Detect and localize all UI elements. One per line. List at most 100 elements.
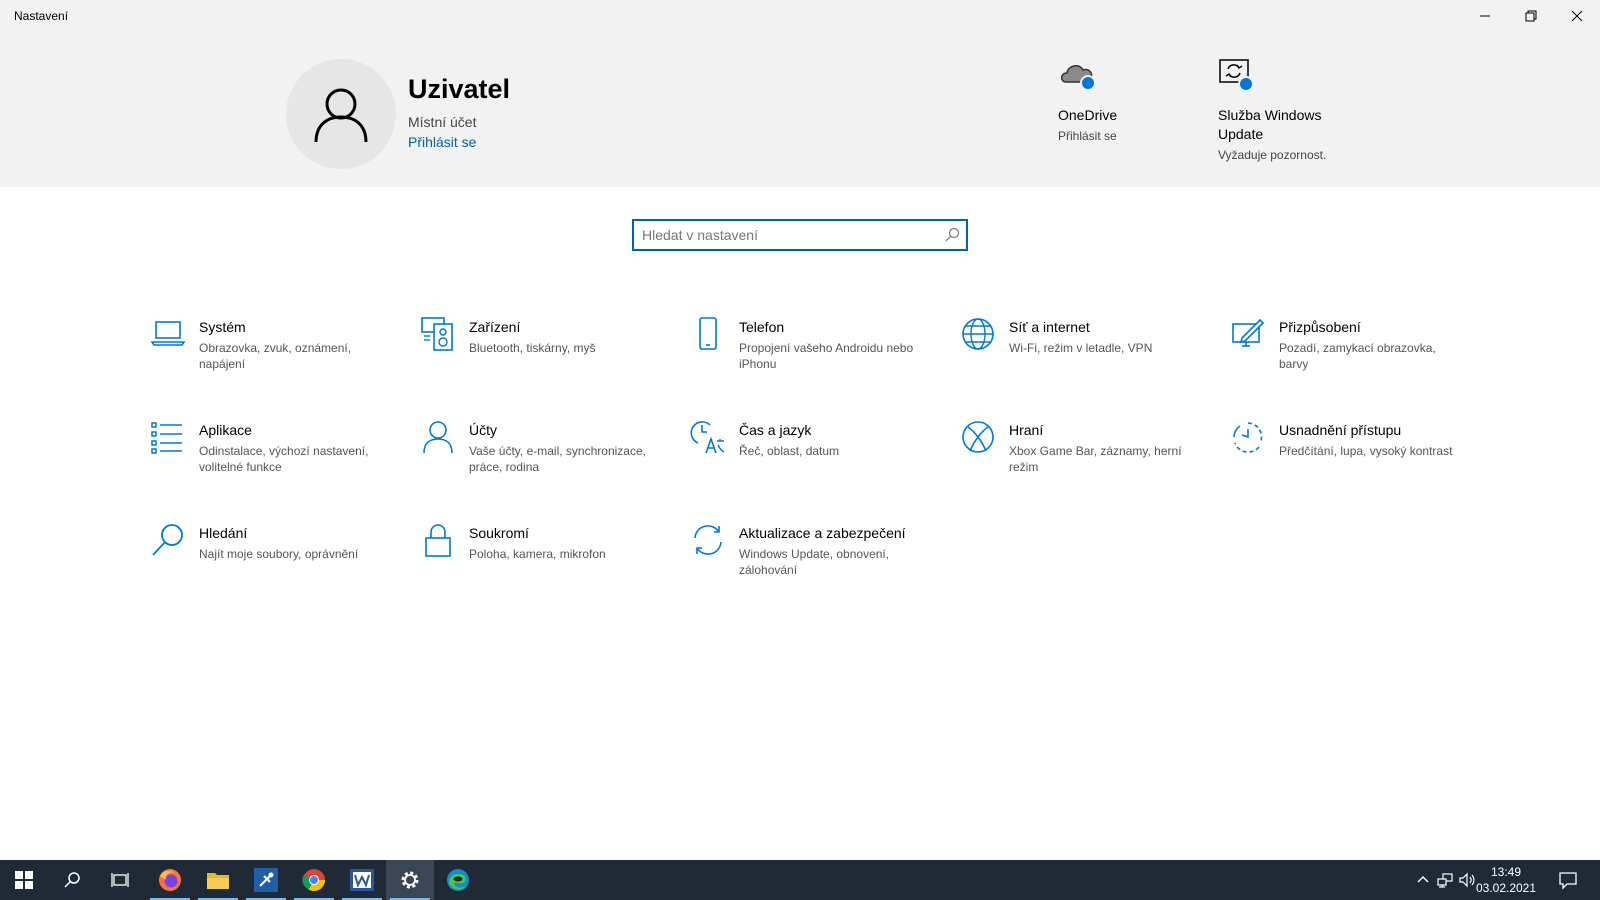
taskbar-app[interactable] (242, 860, 290, 900)
person-icon (314, 88, 368, 143)
word-icon (350, 869, 374, 891)
tile-update-security[interactable]: Aktualizace a zabezpečení Windows Update… (690, 522, 940, 602)
onedrive-status: Přihlásit se (1058, 129, 1117, 143)
windows-update-tile[interactable]: Služba Windows Update Vyžaduje pozornost… (1218, 56, 1348, 162)
tile-network[interactable]: Síť a internet Wi-Fi, režim v letadle, V… (960, 316, 1210, 396)
tile-title: Čas a jazyk (739, 422, 812, 438)
tile-privacy[interactable]: Soukromí Poloha, kamera, mikrofon (420, 522, 670, 602)
taskbar-clock[interactable]: 13:49 03.02.2021 (1470, 864, 1542, 896)
personalization-icon (1232, 318, 1265, 347)
file-explorer-icon (207, 873, 229, 889)
onedrive-cloud-icon (1058, 56, 1102, 96)
tile-description: Obrazovka, zvuk, oznámení, napájení (199, 341, 352, 371)
tile-phone[interactable]: Telefon Propojení vašeho Androidu nebo i… (690, 316, 940, 396)
tile-gaming[interactable]: Hraní Xbox Game Bar, záznamy, herní reži… (960, 419, 1210, 499)
account-type: Místní účet (408, 114, 477, 130)
taskbar-firefox[interactable] (146, 860, 194, 900)
tile-title: Usnadnění přístupu (1279, 422, 1402, 438)
search-icon (945, 227, 960, 242)
taskbar-settings[interactable] (386, 860, 434, 900)
action-center-icon[interactable] (1558, 870, 1578, 890)
chevron-up-icon[interactable] (1414, 871, 1432, 889)
taskbar-word[interactable] (338, 860, 386, 900)
search-icon (64, 872, 80, 888)
apps-list-icon (151, 422, 182, 454)
tile-system[interactable]: Systém Obrazovka, zvuk, oznámení, napáje… (150, 316, 400, 396)
tile-description: Bluetooth, tiskárny, myš (469, 341, 596, 355)
devices-icon (421, 317, 453, 351)
avatar (286, 59, 396, 169)
globe-icon (962, 318, 994, 350)
tile-ease-of-access[interactable]: Usnadnění přístupu Předčítání, lupa, vys… (1230, 419, 1480, 499)
app-icon (254, 868, 278, 892)
tile-description: Propojení vašeho Androidu nebo iPhonu (739, 341, 914, 371)
tile-accounts[interactable]: Účty Vaše účty, e-mail, synchronizace, p… (420, 419, 670, 499)
firefox-icon (159, 869, 181, 891)
tile-description: Vaše účty, e-mail, synchronizace, práce,… (469, 444, 646, 474)
task-view-icon (111, 873, 129, 887)
edge-icon (447, 869, 469, 891)
tile-title: Zařízení (469, 319, 521, 335)
tile-description: Odinstalace, výchozí nastavení, voliteln… (199, 444, 369, 474)
restore-icon (1525, 10, 1537, 22)
account-header: Uzivatel Místní účet Přihlásit se OneDri… (0, 32, 1600, 187)
laptop-icon (150, 321, 186, 346)
ease-of-access-icon (1233, 422, 1263, 453)
person-icon (423, 421, 453, 454)
taskbar-file-explorer[interactable] (194, 860, 242, 900)
restore-button[interactable] (1508, 0, 1554, 32)
start-icon (15, 871, 33, 889)
start-button[interactable] (0, 860, 48, 900)
search-input[interactable] (642, 226, 942, 244)
tile-description: Řeč, oblast, datum (739, 444, 840, 458)
taskbar: 13:49 03.02.2021 (0, 860, 1600, 900)
settings-search-box[interactable] (632, 219, 968, 251)
lock-icon (425, 524, 451, 557)
tile-description: Xbox Game Bar, záznamy, herní režim (1009, 444, 1182, 474)
onedrive-tile[interactable]: OneDrive Přihlásit se (1058, 56, 1178, 143)
network-icon[interactable] (1436, 871, 1454, 889)
windows-update-title: Služba Windows Update (1218, 107, 1322, 142)
tile-personalization[interactable]: Přizpůsobení Pozadí, zamykací obrazovka,… (1230, 316, 1480, 396)
tile-description: Předčítání, lupa, vysoký kontrast (1279, 444, 1453, 458)
minimize-icon (1480, 15, 1490, 17)
search-icon (152, 524, 183, 556)
taskbar-edge[interactable] (434, 860, 482, 900)
tile-title: Hraní (1009, 422, 1044, 438)
tile-devices[interactable]: Zařízení Bluetooth, tiskárny, myš (420, 316, 670, 396)
title-bar: Nastavení (0, 0, 1600, 32)
tile-title: Síť a internet (1009, 319, 1090, 335)
close-button[interactable] (1554, 0, 1600, 32)
tile-search[interactable]: Hledání Najít moje soubory, oprávnění (150, 522, 400, 602)
tile-title: Přizpůsobení (1279, 319, 1361, 335)
sign-in-link[interactable]: Přihlásit se (408, 134, 476, 150)
settings-icon (401, 871, 419, 889)
xbox-icon (962, 421, 994, 453)
sync-icon (694, 525, 722, 555)
window-title: Nastavení (14, 9, 69, 23)
tile-title: Účty (469, 422, 497, 438)
tile-title: Soukromí (469, 525, 529, 541)
windows-update-status: Vyžaduje pozornost. (1218, 148, 1327, 162)
tile-title: Systém (199, 319, 246, 335)
tile-title: Hledání (199, 525, 248, 541)
minimize-button[interactable] (1462, 0, 1508, 32)
tile-title: Aplikace (199, 422, 252, 438)
user-name: Uzivatel (408, 74, 511, 104)
task-view-button[interactable] (96, 860, 144, 900)
tile-title: Telefon (739, 319, 785, 335)
windows-update-icon (1218, 56, 1262, 96)
clock-time: 13:49 (1490, 865, 1522, 879)
tile-description: Windows Update, obnovení, zálohování (739, 547, 890, 577)
onedrive-title: OneDrive (1058, 107, 1118, 123)
tile-description: Poloha, kamera, mikrofon (469, 547, 606, 561)
taskbar-search-button[interactable] (48, 860, 96, 900)
tile-apps[interactable]: Aplikace Odinstalace, výchozí nastavení,… (150, 419, 400, 499)
close-icon (1571, 10, 1583, 22)
tile-description: Najít moje soubory, oprávnění (199, 547, 359, 561)
tile-title: Aktualizace a zabezpečení (739, 525, 906, 541)
chrome-icon (302, 869, 325, 891)
taskbar-chrome[interactable] (290, 860, 338, 900)
phone-icon (699, 317, 717, 350)
tile-time-language[interactable]: Čas a jazyk Řeč, oblast, datum (690, 419, 940, 499)
